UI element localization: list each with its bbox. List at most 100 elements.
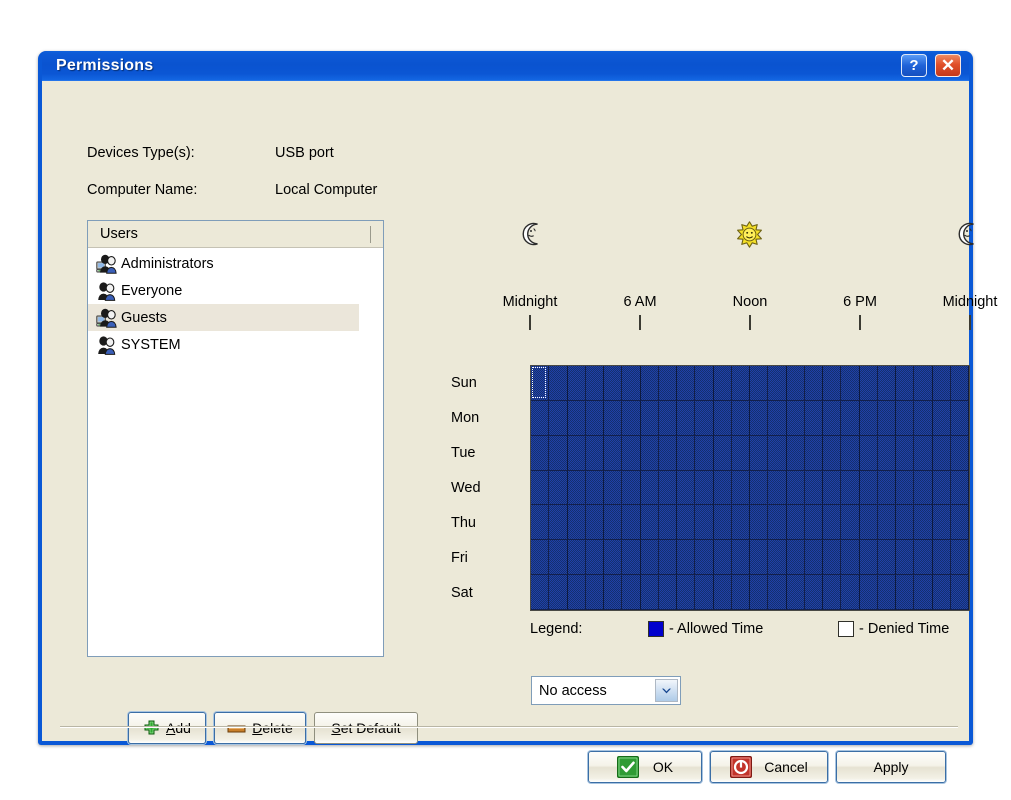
users-list-box[interactable]: Users Administrators Everyone Guests SYS… xyxy=(87,220,384,657)
schedule-cell[interactable] xyxy=(914,505,933,541)
schedule-cell[interactable] xyxy=(585,435,604,471)
schedule-cell[interactable] xyxy=(950,505,969,541)
schedule-cell[interactable] xyxy=(823,366,842,401)
schedule-cell[interactable] xyxy=(804,470,823,506)
schedule-cell[interactable] xyxy=(786,366,805,401)
schedule-cell[interactable] xyxy=(567,435,586,471)
schedule-cell[interactable] xyxy=(896,505,915,541)
schedule-cell[interactable] xyxy=(786,575,805,610)
schedule-cell[interactable] xyxy=(567,470,586,506)
schedule-cell[interactable] xyxy=(786,540,805,576)
schedule-cell[interactable] xyxy=(877,435,896,471)
schedule-cell[interactable] xyxy=(731,470,750,506)
schedule-cell[interactable] xyxy=(750,400,769,436)
schedule-cell[interactable] xyxy=(950,575,969,610)
schedule-cell[interactable] xyxy=(604,400,623,436)
schedule-cell[interactable] xyxy=(567,400,586,436)
set-default-button[interactable]: Set Default xyxy=(314,712,418,744)
schedule-cell[interactable] xyxy=(950,435,969,471)
ok-button[interactable]: OK xyxy=(588,751,702,783)
schedule-cell[interactable] xyxy=(768,400,787,436)
schedule-cell[interactable] xyxy=(713,435,732,471)
schedule-cell[interactable] xyxy=(585,400,604,436)
schedule-cell[interactable] xyxy=(823,505,842,541)
schedule-cell[interactable] xyxy=(877,540,896,576)
schedule-cell[interactable] xyxy=(531,575,550,610)
schedule-cell[interactable] xyxy=(804,400,823,436)
schedule-cell[interactable] xyxy=(768,575,787,610)
schedule-cell[interactable] xyxy=(841,435,860,471)
schedule-cell[interactable] xyxy=(786,470,805,506)
schedule-cell[interactable] xyxy=(841,470,860,506)
schedule-cell[interactable] xyxy=(677,400,696,436)
schedule-cell[interactable] xyxy=(750,575,769,610)
schedule-cell[interactable] xyxy=(731,435,750,471)
schedule-cell[interactable] xyxy=(531,470,550,506)
schedule-cell[interactable] xyxy=(804,575,823,610)
schedule-cell[interactable] xyxy=(658,435,677,471)
schedule-cell[interactable] xyxy=(914,400,933,436)
schedule-cell[interactable] xyxy=(640,575,659,610)
schedule-cell[interactable] xyxy=(932,435,951,471)
help-button[interactable]: ? xyxy=(901,54,927,77)
schedule-cell[interactable] xyxy=(950,400,969,436)
schedule-cell[interactable] xyxy=(786,400,805,436)
schedule-cell[interactable] xyxy=(677,435,696,471)
schedule-cell[interactable] xyxy=(859,366,878,401)
schedule-cell[interactable] xyxy=(841,366,860,401)
schedule-cell[interactable] xyxy=(896,435,915,471)
schedule-cell[interactable] xyxy=(677,505,696,541)
schedule-cell[interactable] xyxy=(677,540,696,576)
schedule-cell[interactable] xyxy=(695,400,714,436)
schedule-cell[interactable] xyxy=(932,540,951,576)
schedule-cell[interactable] xyxy=(768,470,787,506)
schedule-cell[interactable] xyxy=(640,435,659,471)
schedule-cell[interactable] xyxy=(786,505,805,541)
schedule-cell[interactable] xyxy=(823,540,842,576)
users-column-header[interactable]: Users xyxy=(88,221,383,248)
schedule-cell[interactable] xyxy=(640,400,659,436)
schedule-cell[interactable] xyxy=(695,435,714,471)
schedule-cell[interactable] xyxy=(914,366,933,401)
schedule-cell[interactable] xyxy=(531,540,550,576)
schedule-cell[interactable] xyxy=(585,540,604,576)
schedule-cell[interactable] xyxy=(549,575,568,610)
schedule-cell[interactable] xyxy=(877,366,896,401)
delete-button[interactable]: Delete xyxy=(214,712,306,744)
schedule-cell[interactable] xyxy=(841,540,860,576)
schedule-cell[interactable] xyxy=(768,435,787,471)
schedule-cell[interactable] xyxy=(604,575,623,610)
schedule-cell[interactable] xyxy=(695,470,714,506)
schedule-cell[interactable] xyxy=(877,505,896,541)
schedule-cell[interactable] xyxy=(786,435,805,471)
schedule-cell[interactable] xyxy=(859,575,878,610)
schedule-cell[interactable] xyxy=(713,366,732,401)
schedule-cell[interactable] xyxy=(658,470,677,506)
schedule-cell[interactable] xyxy=(604,366,623,401)
schedule-cell[interactable] xyxy=(695,366,714,401)
schedule-cell[interactable] xyxy=(750,366,769,401)
schedule-cell[interactable] xyxy=(713,540,732,576)
schedule-cell[interactable] xyxy=(731,400,750,436)
list-item[interactable]: Everyone xyxy=(88,277,359,304)
schedule-cell[interactable] xyxy=(804,540,823,576)
list-item[interactable]: Guests xyxy=(88,304,359,331)
add-button[interactable]: Add xyxy=(128,712,206,744)
schedule-cell[interactable] xyxy=(531,366,550,401)
schedule-cell[interactable] xyxy=(914,540,933,576)
schedule-cell[interactable] xyxy=(877,575,896,610)
schedule-cell[interactable] xyxy=(859,540,878,576)
schedule-cell[interactable] xyxy=(823,470,842,506)
schedule-cell[interactable] xyxy=(950,540,969,576)
schedule-cell[interactable] xyxy=(531,505,550,541)
apply-button[interactable]: Apply xyxy=(836,751,946,783)
schedule-cell[interactable] xyxy=(768,366,787,401)
schedule-cell[interactable] xyxy=(622,435,641,471)
schedule-cell[interactable] xyxy=(658,505,677,541)
schedule-cell[interactable] xyxy=(622,400,641,436)
schedule-cell[interactable] xyxy=(677,575,696,610)
schedule-cell[interactable] xyxy=(877,470,896,506)
schedule-cell[interactable] xyxy=(622,470,641,506)
schedule-cell[interactable] xyxy=(713,575,732,610)
access-level-select[interactable]: No access xyxy=(531,676,681,705)
